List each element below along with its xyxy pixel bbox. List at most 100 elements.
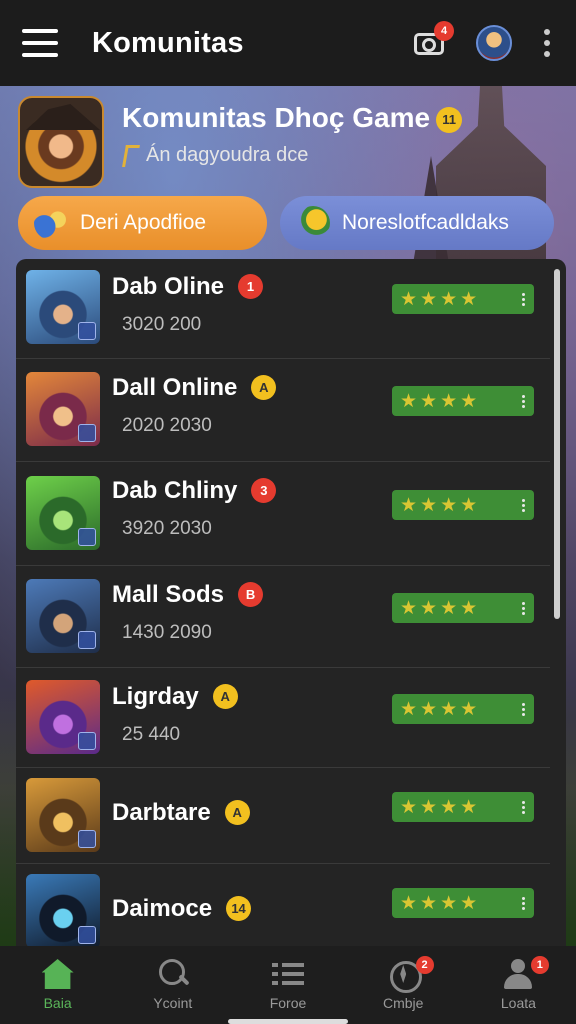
- game-stats: 1430 2090: [122, 622, 212, 643]
- star-icon: ★: [420, 390, 438, 412]
- nav-item-search[interactable]: Ycoint: [115, 946, 230, 1024]
- game-name-text: Ligrday: [112, 683, 199, 710]
- platform-icon: [78, 322, 96, 340]
- game-list-item[interactable]: Darbtare A ★ ★ ★ ★: [16, 769, 550, 864]
- platform-icon: [78, 732, 96, 750]
- star-icon: ★: [420, 494, 438, 516]
- game-stats: 3020 200: [122, 314, 202, 335]
- star-icon: ★: [460, 288, 478, 310]
- star-icon: ★: [460, 892, 478, 914]
- game-badge: 3: [251, 478, 277, 503]
- game-badge: A: [224, 800, 250, 825]
- game-thumbnail: [26, 372, 100, 446]
- platform-icon: [78, 631, 96, 649]
- game-thumbnail: [26, 778, 100, 852]
- star-icon: ★: [400, 892, 418, 914]
- top-app-bar: Komunitas 4: [0, 0, 576, 86]
- nav-item-list[interactable]: Foroe: [230, 946, 345, 1024]
- star-icon: ★: [400, 390, 418, 412]
- game-name-text: Daimoce: [112, 895, 213, 922]
- game-list-item[interactable]: Ligrday A 25 440 ★ ★ ★ ★: [16, 669, 550, 768]
- camera-button[interactable]: 4: [412, 21, 454, 61]
- star-icon: ★: [440, 892, 458, 914]
- rating-button[interactable]: ★ ★ ★ ★: [392, 593, 534, 623]
- game-badge: A: [251, 375, 277, 400]
- star-icon: ★: [420, 796, 438, 818]
- nav-label: Baia: [43, 995, 72, 1011]
- star-icon: ★: [400, 597, 418, 619]
- row-more-icon[interactable]: [522, 292, 525, 306]
- game-list-item[interactable]: Dab Chliny 3 3920 2030 ★ ★ ★ ★: [16, 463, 550, 566]
- star-icon: ★: [420, 698, 438, 720]
- star-icon: ★: [400, 494, 418, 516]
- hamburger-menu-icon[interactable]: [22, 29, 58, 57]
- primary-action-button[interactable]: Deri Apodfioe: [18, 196, 267, 250]
- game-name-text: Mall Sods: [112, 581, 225, 608]
- nav-badge: 1: [530, 956, 549, 974]
- star-icon: ★: [460, 698, 478, 720]
- row-more-icon[interactable]: [522, 498, 525, 512]
- top-actions: 4: [412, 21, 554, 61]
- star-icon: ★: [440, 698, 458, 720]
- nav-item-compass[interactable]: 2 Cmbje: [346, 946, 461, 1024]
- bottom-navigation: Baia Ycoint Foroe 2 Cmbje 1 Loata: [0, 946, 576, 1024]
- user-avatar[interactable]: [476, 25, 512, 61]
- rating-button[interactable]: ★ ★ ★ ★: [392, 888, 534, 918]
- row-more-icon[interactable]: [522, 601, 525, 615]
- star-icon: ★: [460, 390, 478, 412]
- row-more-icon[interactable]: [522, 702, 525, 716]
- rating-button[interactable]: ★ ★ ★ ★: [392, 694, 534, 724]
- game-badge: B: [238, 582, 264, 607]
- platform-icon: [78, 926, 96, 944]
- star-icon: ★: [420, 892, 438, 914]
- game-thumbnail: [26, 874, 100, 946]
- game-stats: 3920 2030: [122, 518, 212, 539]
- nav-item-person[interactable]: 1 Loata: [461, 946, 576, 1024]
- community-badge: 11: [436, 106, 463, 133]
- compass-icon: [387, 959, 423, 993]
- nav-item-home[interactable]: Baia: [0, 946, 115, 1024]
- game-name: Ligrday A: [112, 683, 238, 711]
- game-list-item[interactable]: Dall Online A 2020 2030 ★ ★ ★ ★: [16, 360, 550, 462]
- game-name: Dab Oline 1: [112, 273, 264, 301]
- row-more-icon[interactable]: [522, 394, 525, 408]
- rating-button[interactable]: ★ ★ ★ ★: [392, 792, 534, 822]
- game-name-text: Dab Oline: [112, 273, 225, 300]
- primary-action-label: Deri Apodfioe: [80, 211, 207, 234]
- rating-button[interactable]: ★ ★ ★ ★: [392, 284, 534, 314]
- star-icon: ★: [440, 390, 458, 412]
- game-thumbnail: [26, 476, 100, 550]
- row-more-icon[interactable]: [522, 800, 525, 814]
- page-title: Komunitas: [92, 26, 244, 59]
- scrollbar[interactable]: [554, 269, 560, 619]
- star-icon: ★: [440, 597, 458, 619]
- rating-button[interactable]: ★ ★ ★ ★: [392, 386, 534, 416]
- nav-label: Cmbje: [382, 995, 424, 1011]
- game-thumbnail: [26, 270, 100, 344]
- platform-icon: [78, 424, 96, 442]
- star-icon: ★: [460, 494, 478, 516]
- game-badge: 1: [238, 274, 264, 299]
- game-list-item[interactable]: Dab Oline 1 3020 200 ★ ★ ★ ★: [16, 259, 550, 359]
- community-thumbnail: [18, 96, 104, 188]
- flag-icon: [122, 144, 140, 167]
- game-name: Darbtare A: [112, 799, 250, 827]
- secondary-action-button[interactable]: Noreslotfcadldaks: [280, 196, 554, 250]
- rating-button[interactable]: ★ ★ ★ ★: [392, 490, 534, 520]
- game-stats: 2020 2030: [122, 415, 212, 436]
- game-list-item[interactable]: Daimoce 14 ★ ★ ★ ★: [16, 865, 550, 946]
- star-icon: ★: [400, 698, 418, 720]
- game-list: Dab Oline 1 3020 200 ★ ★ ★ ★ Dall Online A 2020 2…: [16, 259, 566, 946]
- row-more-icon[interactable]: [522, 896, 525, 910]
- star-icon: ★: [440, 796, 458, 818]
- community-title: Komunitas Dhoç Game 11: [122, 102, 463, 134]
- platform-icon: [78, 528, 96, 546]
- community-subtitle: Án dagyoudra dce: [122, 144, 308, 167]
- game-badge: 14: [226, 896, 252, 921]
- camera-notification-badge: 4: [434, 21, 454, 41]
- camera-lens-icon: [422, 38, 436, 52]
- paddle-icon: [296, 206, 330, 240]
- game-list-item[interactable]: Mall Sods B 1430 2090 ★ ★ ★ ★: [16, 567, 550, 668]
- list-icon: [272, 959, 304, 989]
- more-options-icon[interactable]: [540, 29, 554, 57]
